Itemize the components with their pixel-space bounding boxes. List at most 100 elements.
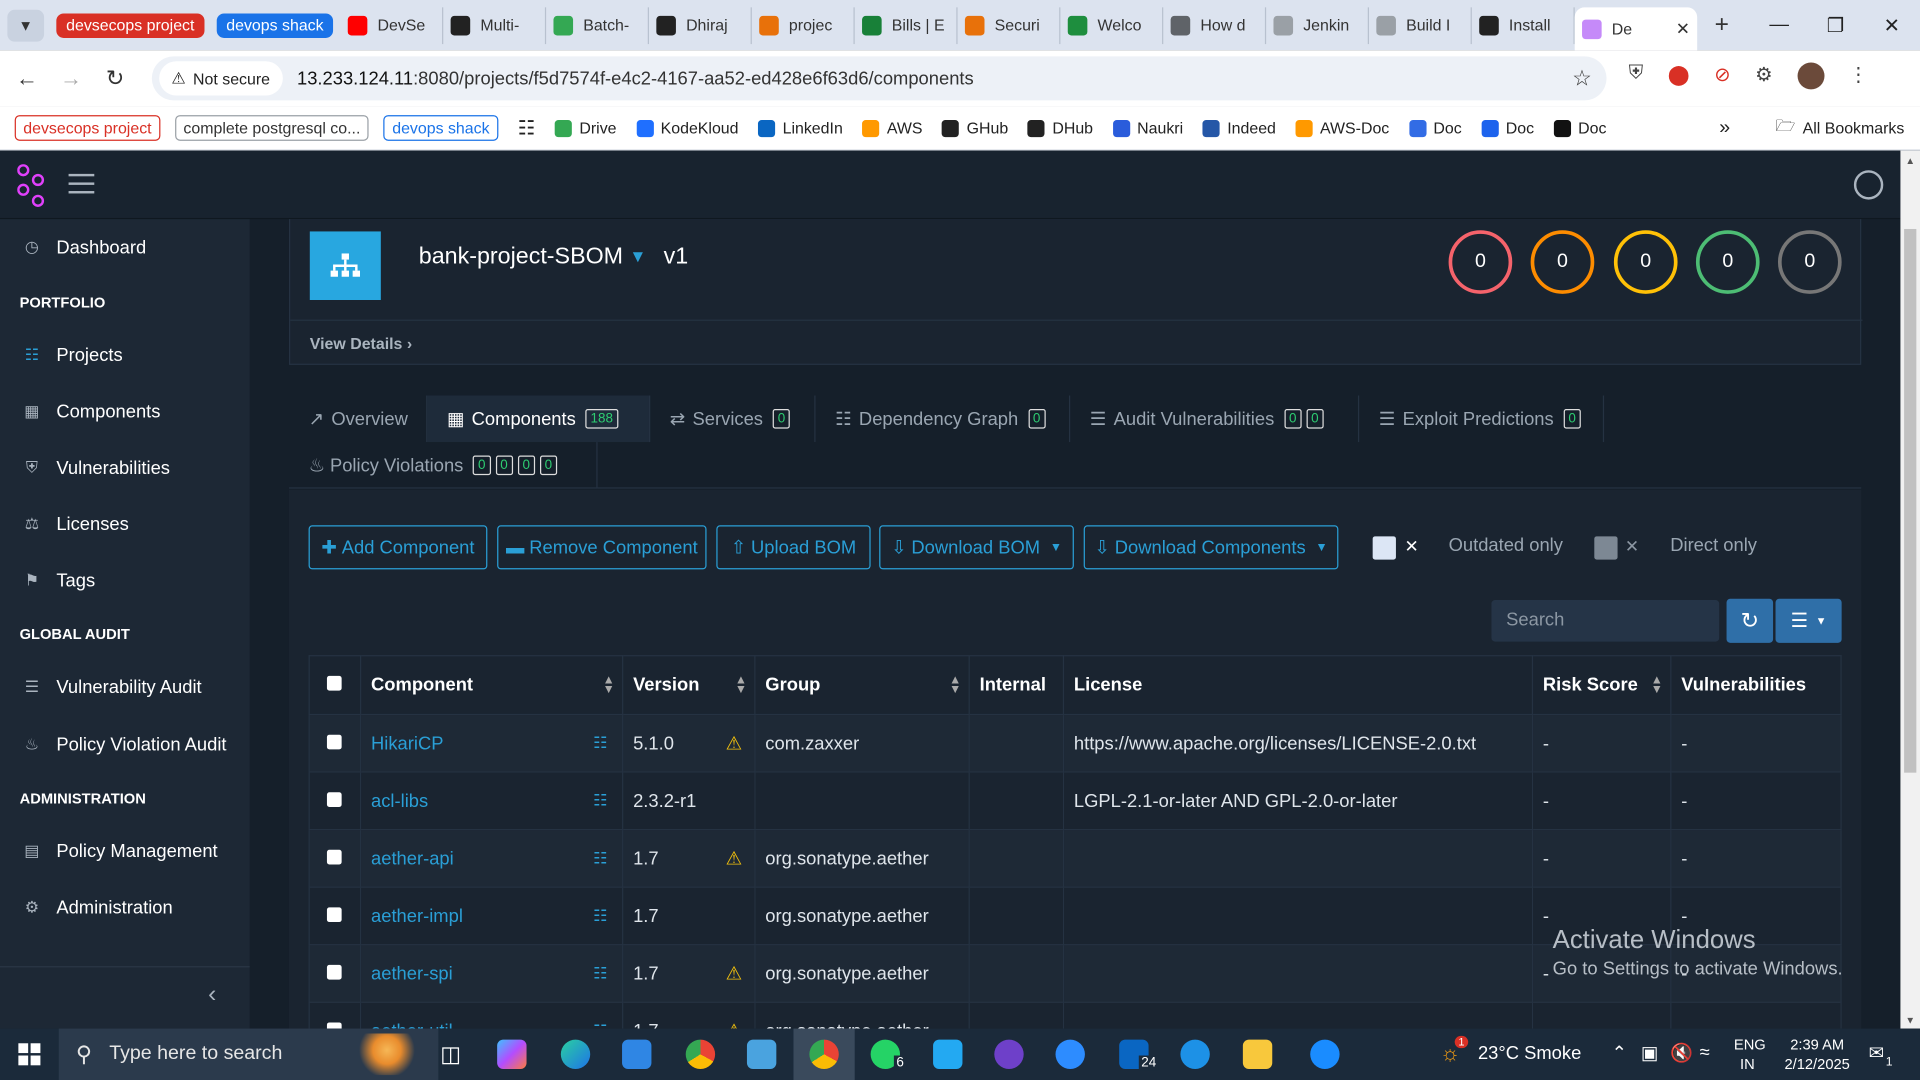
search-input[interactable]: Search [1491, 600, 1720, 642]
download-bom-button[interactable]: ⇩ Download BOM ▼ [879, 525, 1074, 570]
extension-shield-icon[interactable]: ⛨ [1629, 62, 1644, 89]
chevron-up-icon[interactable]: ⌃ [1611, 1042, 1626, 1064]
sidebar-item-tags[interactable]: ⚑ Tags [0, 560, 250, 602]
dependency-graph-icon[interactable]: ☷ [593, 906, 607, 926]
close-tab-icon[interactable]: ✕ [1676, 18, 1690, 39]
row-checkbox[interactable] [326, 1021, 342, 1029]
browser-tab[interactable]: Securi [958, 6, 1061, 44]
bookmark-item[interactable]: Naukri [1112, 119, 1183, 137]
forward-button[interactable]: → [49, 66, 93, 92]
scrollbar-down-arrow[interactable]: ▼ [1900, 1015, 1920, 1026]
column-header-risk-score[interactable]: Risk Score ▲ ▼ [1531, 655, 1672, 716]
bookmark-group[interactable]: devsecops project [14, 115, 161, 141]
extension-abp-icon[interactable]: ⬤ [1668, 62, 1690, 89]
sidebar-item-vulnerability-audit[interactable]: ☰ Vulnerability Audit [0, 666, 250, 708]
sidebar-collapse-icon[interactable]: ‹ [208, 981, 216, 1009]
task-view-icon[interactable]: ◫ [436, 1040, 465, 1069]
bookmark-star-icon[interactable]: ☆ [1572, 66, 1592, 92]
close-icon[interactable]: ✕ [1405, 536, 1419, 557]
tab-group-chip[interactable]: devops shack [216, 12, 334, 38]
table-row[interactable]: acl-libs ☷ 2.3.2-r1 LGPL-2.1-or-later AND G… [308, 771, 1842, 831]
table-row[interactable]: HikariCP ☷ 5.1.0 ⚠ com.zaxxer https://www.apa… [308, 713, 1842, 773]
minimize-button[interactable]: — [1751, 0, 1807, 50]
omnibox[interactable]: ⚠ Not secure 13.233.124.11:8080/projects/… [151, 56, 1607, 101]
outdated-only-toggle[interactable] [1372, 536, 1396, 560]
row-checkbox[interactable] [326, 906, 342, 922]
wifi-icon[interactable]: ≈ [1700, 1042, 1710, 1063]
column-header-version[interactable]: Version ▲ ▼ [622, 655, 756, 716]
profile-avatar[interactable] [1797, 62, 1825, 90]
file-share-icon[interactable] [746, 1039, 777, 1069]
dependency-graph-icon[interactable]: ☷ [593, 791, 607, 811]
outdated-warning-icon[interactable]: ⚠ [726, 1020, 742, 1028]
all-bookmarks[interactable]: 🗁 All Bookmarks [1776, 114, 1905, 141]
hamburger-menu-icon[interactable] [68, 173, 95, 194]
sidebar-item-administration[interactable]: ⚙ Administration [0, 887, 250, 929]
bookmark-item[interactable]: AWS [862, 119, 923, 137]
outdated-warning-icon[interactable]: ⚠ [726, 732, 742, 754]
tab-dependency-graph[interactable]: ☷ Dependency Graph 0 [816, 395, 1071, 443]
browser-tab[interactable]: Install [1472, 6, 1576, 44]
browser-tab[interactable]: Welco [1061, 6, 1164, 44]
browser-tab[interactable]: Dhiraj [649, 6, 753, 44]
copilot-icon[interactable] [497, 1039, 527, 1069]
dependency-graph-icon[interactable]: ☷ [593, 733, 607, 753]
file-explorer-icon[interactable] [1242, 1039, 1273, 1069]
page-scrollbar[interactable]: ▲ ▼ [1900, 150, 1920, 1029]
close-icon[interactable]: ✕ [1625, 536, 1639, 557]
bookmark-item[interactable]: Doc [1481, 119, 1534, 137]
bookmark-group[interactable]: devops shack [383, 115, 499, 141]
back-button[interactable]: ← [5, 66, 49, 92]
active-browser-tab[interactable]: De ✕ [1575, 7, 1698, 51]
bookmark-group[interactable]: complete postgresql co... [174, 115, 369, 141]
dependency-graph-icon[interactable]: ☷ [593, 849, 607, 869]
scrollbar-thumb[interactable] [1904, 228, 1917, 773]
sidebar-item-policy-violation-audit[interactable]: ♨ Policy Violation Audit [0, 724, 250, 766]
browser-tab[interactable]: DevSe [341, 6, 444, 44]
row-checkbox[interactable] [326, 849, 342, 864]
row-checkbox[interactable] [326, 734, 342, 749]
outdated-warning-icon[interactable]: ⚠ [726, 962, 742, 985]
component-link[interactable]: HikariCP [371, 733, 443, 754]
project-version-dropdown-icon[interactable]: ▼ [629, 246, 646, 266]
notifications-icon[interactable]: ✉ [1869, 1042, 1884, 1064]
outdated-warning-icon[interactable]: ⚠ [726, 847, 742, 870]
tab-services[interactable]: ⇄ Services 0 [650, 395, 816, 443]
bookmark-item[interactable]: DHub [1027, 119, 1093, 137]
column-header-group[interactable]: Group ▲ ▼ [754, 655, 970, 716]
bookmark-item[interactable]: GHub [942, 119, 1008, 137]
sidebar-item-components[interactable]: ▦ Components [0, 391, 250, 433]
bookmark-item[interactable]: Doc [1553, 119, 1606, 137]
bookmark-item[interactable]: Drive [554, 119, 617, 137]
vscode-icon[interactable] [933, 1039, 963, 1069]
upload-bom-button[interactable]: ⇧ Upload BOM [716, 525, 871, 570]
sidebar-item-policy-management[interactable]: ▤ Policy Management [0, 830, 250, 872]
select-all-checkbox[interactable] [326, 675, 342, 691]
browser-tab[interactable]: projec [752, 6, 856, 44]
column-header-component[interactable]: Component ▲ ▼ [360, 655, 624, 716]
store-icon[interactable] [622, 1039, 652, 1069]
add-component-button[interactable]: ✚ Add Component [308, 525, 488, 570]
tab-components[interactable]: ▦ Components 188 [427, 395, 651, 443]
bookmark-item[interactable]: AWS-Doc [1295, 119, 1389, 137]
more-bookmarks-icon[interactable]: » [1719, 117, 1730, 139]
github-desktop-icon[interactable] [994, 1039, 1024, 1069]
taskbar-search-box[interactable]: ⚲ Type here to search [58, 1028, 439, 1080]
tab-overview[interactable]: ↗ Overview [289, 395, 428, 443]
sidebar-item-licenses[interactable]: ⚖ Licenses [0, 503, 250, 545]
language-indicator[interactable]: ENG IN [1734, 1035, 1766, 1074]
sidebar-item-dashboard[interactable]: ◷ Dashboard [0, 227, 250, 269]
row-checkbox[interactable] [326, 791, 342, 807]
tab-policy-violations[interactable]: ♨ Policy Violations 0000 [289, 442, 598, 489]
chrome-profile-icon[interactable] [685, 1039, 716, 1069]
browser-tab[interactable]: Bills | E [855, 6, 958, 44]
restore-button[interactable]: ❐ [1807, 0, 1863, 50]
direct-only-toggle[interactable] [1594, 536, 1618, 560]
tab-audit-vulnerabilities[interactable]: ☰ Audit Vulnerabilities 0 0 [1070, 395, 1360, 443]
component-link[interactable]: aether-spi [371, 963, 453, 984]
windows-start-icon[interactable] [18, 1043, 41, 1066]
close-window-button[interactable]: ✕ [1864, 0, 1920, 50]
security-chip[interactable]: ⚠ Not secure [159, 61, 283, 96]
reload-button[interactable]: ↻ [93, 66, 137, 92]
browser-tab[interactable]: How d [1164, 6, 1267, 44]
